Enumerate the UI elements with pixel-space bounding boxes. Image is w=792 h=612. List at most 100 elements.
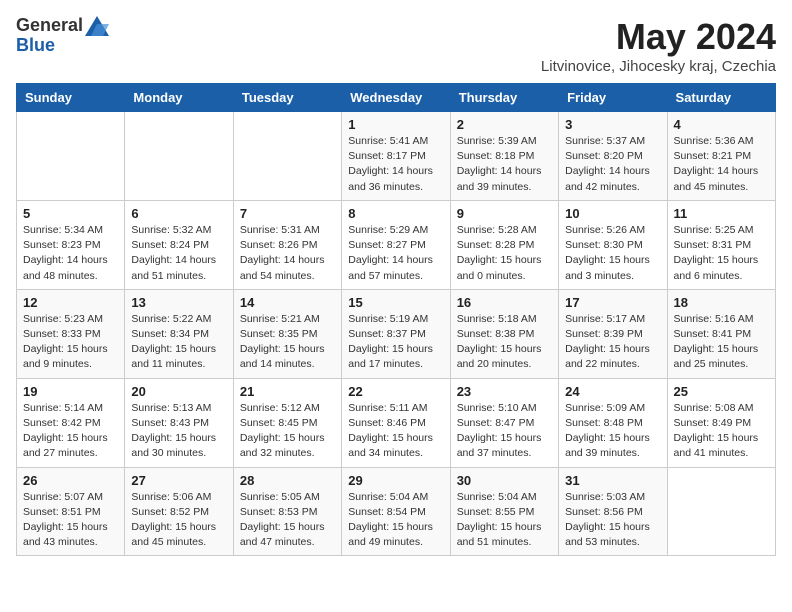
day-info: Sunrise: 5:39 AM Sunset: 8:18 PM Dayligh… (457, 134, 552, 195)
week-row-3: 12Sunrise: 5:23 AM Sunset: 8:33 PM Dayli… (17, 289, 776, 378)
day-number: 15 (348, 295, 443, 310)
day-info: Sunrise: 5:10 AM Sunset: 8:47 PM Dayligh… (457, 401, 552, 462)
day-number: 13 (131, 295, 226, 310)
day-number: 31 (565, 473, 660, 488)
day-number: 8 (348, 206, 443, 221)
day-number: 9 (457, 206, 552, 221)
day-number: 21 (240, 384, 335, 399)
empty-cell (667, 467, 775, 556)
day-number: 24 (565, 384, 660, 399)
day-number: 29 (348, 473, 443, 488)
day-cell-7: 7 Sunrise: 5:31 AM Sunset: 8:26 PM Daylig… (233, 200, 341, 289)
day-cell-17: 17 Sunrise: 5:17 AM Sunset: 8:39 PM Dayli… (559, 289, 667, 378)
day-number: 2 (457, 117, 552, 132)
day-cell-26: 26Sunrise: 5:07 AM Sunset: 8:51 PM Dayli… (17, 467, 125, 556)
day-cell-24: 24 Sunrise: 5:09 AM Sunset: 8:48 PM Dayli… (559, 378, 667, 467)
day-info: Sunrise: 5:14 AM Sunset: 8:42 PM Dayligh… (23, 401, 118, 462)
day-info: Sunrise: 5:25 AM Sunset: 8:31 PM Dayligh… (674, 223, 769, 284)
day-info: Sunrise: 5:28 AM Sunset: 8:28 PM Dayligh… (457, 223, 552, 284)
day-number: 30 (457, 473, 552, 488)
header-cell-friday: Friday (559, 84, 667, 112)
calendar-subtitle: Litvinovice, Jihocesky kraj, Czechia (541, 58, 776, 75)
logo-blue-text: Blue (16, 36, 109, 56)
day-number: 23 (457, 384, 552, 399)
day-cell-21: 21 Sunrise: 5:12 AM Sunset: 8:45 PM Dayli… (233, 378, 341, 467)
day-info: Sunrise: 5:03 AM Sunset: 8:56 PM Dayligh… (565, 490, 660, 551)
day-cell-20: 20 Sunrise: 5:13 AM Sunset: 8:43 PM Dayli… (125, 378, 233, 467)
day-number: 14 (240, 295, 335, 310)
day-cell-22: 22 Sunrise: 5:11 AM Sunset: 8:46 PM Dayli… (342, 378, 450, 467)
day-number: 16 (457, 295, 552, 310)
header-cell-wednesday: Wednesday (342, 84, 450, 112)
header-cell-sunday: Sunday (17, 84, 125, 112)
day-cell-11: 11 Sunrise: 5:25 AM Sunset: 8:31 PM Dayli… (667, 200, 775, 289)
day-cell-15: 15Sunrise: 5:19 AM Sunset: 8:37 PM Dayli… (342, 289, 450, 378)
day-cell-4: 4 Sunrise: 5:36 AM Sunset: 8:21 PM Daylig… (667, 112, 775, 201)
day-number: 22 (348, 384, 443, 399)
day-cell-18: 18 Sunrise: 5:16 AM Sunset: 8:41 PM Dayli… (667, 289, 775, 378)
day-number: 1 (348, 117, 443, 132)
empty-cell (233, 112, 341, 201)
day-cell-16: 16Sunrise: 5:18 AM Sunset: 8:38 PM Dayli… (450, 289, 558, 378)
day-number: 17 (565, 295, 660, 310)
day-number: 6 (131, 206, 226, 221)
day-cell-29: 29 Sunrise: 5:04 AM Sunset: 8:54 PM Dayli… (342, 467, 450, 556)
day-info: Sunrise: 5:22 AM Sunset: 8:34 PM Dayligh… (131, 312, 226, 373)
day-number: 7 (240, 206, 335, 221)
day-info: Sunrise: 5:11 AM Sunset: 8:46 PM Dayligh… (348, 401, 443, 462)
header-cell-tuesday: Tuesday (233, 84, 341, 112)
day-info: Sunrise: 5:09 AM Sunset: 8:48 PM Dayligh… (565, 401, 660, 462)
day-cell-5: 5Sunrise: 5:34 AM Sunset: 8:23 PM Daylig… (17, 200, 125, 289)
day-number: 18 (674, 295, 769, 310)
empty-cell (125, 112, 233, 201)
day-cell-14: 14 Sunrise: 5:21 AM Sunset: 8:35 PM Dayli… (233, 289, 341, 378)
week-row-4: 19 Sunrise: 5:14 AM Sunset: 8:42 PM Dayli… (17, 378, 776, 467)
day-info: Sunrise: 5:13 AM Sunset: 8:43 PM Dayligh… (131, 401, 226, 462)
day-cell-3: 3Sunrise: 5:37 AM Sunset: 8:20 PM Daylig… (559, 112, 667, 201)
empty-cell (17, 112, 125, 201)
day-info: Sunrise: 5:12 AM Sunset: 8:45 PM Dayligh… (240, 401, 335, 462)
day-info: Sunrise: 5:07 AM Sunset: 8:51 PM Dayligh… (23, 490, 118, 551)
day-cell-13: 13 Sunrise: 5:22 AM Sunset: 8:34 PM Dayli… (125, 289, 233, 378)
day-info: Sunrise: 5:31 AM Sunset: 8:26 PM Dayligh… (240, 223, 335, 284)
week-row-1: 1 Sunrise: 5:41 AM Sunset: 8:17 PM Daylig… (17, 112, 776, 201)
day-info: Sunrise: 5:26 AM Sunset: 8:30 PM Dayligh… (565, 223, 660, 284)
header-cell-monday: Monday (125, 84, 233, 112)
day-info: Sunrise: 5:21 AM Sunset: 8:35 PM Dayligh… (240, 312, 335, 373)
day-info: Sunrise: 5:16 AM Sunset: 8:41 PM Dayligh… (674, 312, 769, 373)
week-row-5: 26Sunrise: 5:07 AM Sunset: 8:51 PM Dayli… (17, 467, 776, 556)
day-number: 4 (674, 117, 769, 132)
day-cell-2: 2 Sunrise: 5:39 AM Sunset: 8:18 PM Daylig… (450, 112, 558, 201)
day-cell-25: 25Sunrise: 5:08 AM Sunset: 8:49 PM Dayli… (667, 378, 775, 467)
day-cell-12: 12Sunrise: 5:23 AM Sunset: 8:33 PM Dayli… (17, 289, 125, 378)
day-info: Sunrise: 5:17 AM Sunset: 8:39 PM Dayligh… (565, 312, 660, 373)
day-info: Sunrise: 5:05 AM Sunset: 8:53 PM Dayligh… (240, 490, 335, 551)
title-block: May 2024 Litvinovice, Jihocesky kraj, Cz… (541, 16, 776, 75)
day-cell-28: 28Sunrise: 5:05 AM Sunset: 8:53 PM Dayli… (233, 467, 341, 556)
day-number: 3 (565, 117, 660, 132)
calendar-title: May 2024 (541, 16, 776, 58)
day-cell-1: 1 Sunrise: 5:41 AM Sunset: 8:17 PM Daylig… (342, 112, 450, 201)
day-info: Sunrise: 5:41 AM Sunset: 8:17 PM Dayligh… (348, 134, 443, 195)
day-cell-9: 9 Sunrise: 5:28 AM Sunset: 8:28 PM Daylig… (450, 200, 558, 289)
day-cell-6: 6 Sunrise: 5:32 AM Sunset: 8:24 PM Daylig… (125, 200, 233, 289)
day-number: 10 (565, 206, 660, 221)
page-header: General Blue May 2024 Litvinovice, Jihoc… (16, 16, 776, 75)
day-cell-19: 19 Sunrise: 5:14 AM Sunset: 8:42 PM Dayli… (17, 378, 125, 467)
day-cell-27: 27Sunrise: 5:06 AM Sunset: 8:52 PM Dayli… (125, 467, 233, 556)
day-number: 11 (674, 206, 769, 221)
header-cell-saturday: Saturday (667, 84, 775, 112)
logo-general-text: General (16, 16, 83, 36)
day-number: 25 (674, 384, 769, 399)
day-cell-30: 30Sunrise: 5:04 AM Sunset: 8:55 PM Dayli… (450, 467, 558, 556)
day-number: 20 (131, 384, 226, 399)
day-number: 19 (23, 384, 118, 399)
day-info: Sunrise: 5:23 AM Sunset: 8:33 PM Dayligh… (23, 312, 118, 373)
day-info: Sunrise: 5:36 AM Sunset: 8:21 PM Dayligh… (674, 134, 769, 195)
logo-icon (85, 16, 109, 36)
day-info: Sunrise: 5:04 AM Sunset: 8:54 PM Dayligh… (348, 490, 443, 551)
day-info: Sunrise: 5:32 AM Sunset: 8:24 PM Dayligh… (131, 223, 226, 284)
day-number: 27 (131, 473, 226, 488)
day-cell-31: 31 Sunrise: 5:03 AM Sunset: 8:56 PM Dayli… (559, 467, 667, 556)
day-info: Sunrise: 5:29 AM Sunset: 8:27 PM Dayligh… (348, 223, 443, 284)
